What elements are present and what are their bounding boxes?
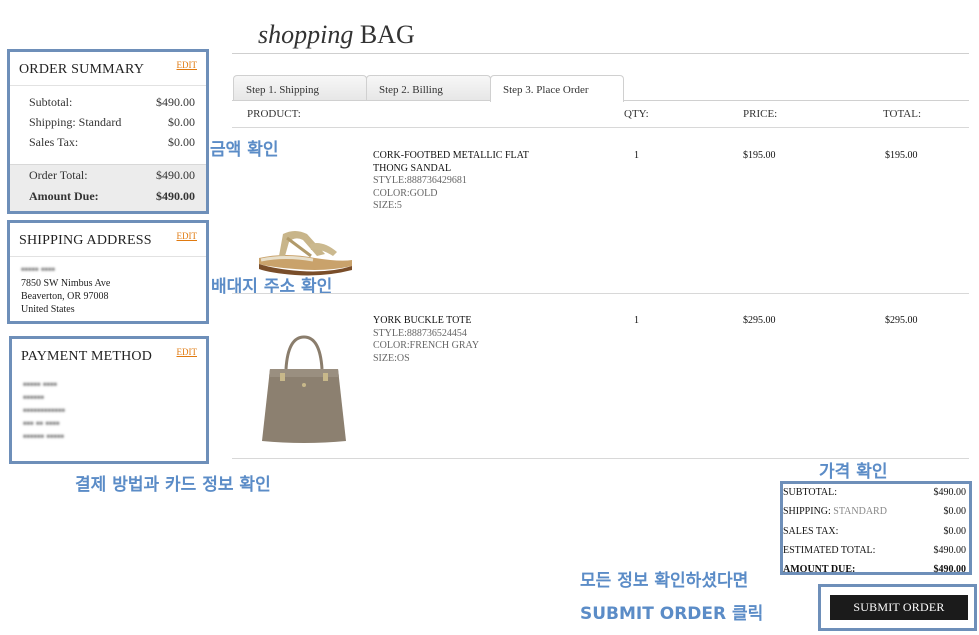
header-divider — [232, 127, 969, 128]
summary-row-amount-due: Amount Due: $490.00 — [29, 189, 195, 204]
order-summary-edit-link[interactable]: EDIT — [177, 60, 198, 70]
totals-row-tax: SALES TAX: $0.00 — [783, 526, 966, 537]
payment-line: •••••• ••••• — [23, 432, 65, 443]
item-size: SIZE:OS — [373, 352, 410, 364]
shipping-country: United States — [21, 304, 75, 315]
summary-row-order-total: Order Total: $490.00 — [29, 168, 195, 183]
order-total-label: Order Total: — [29, 168, 88, 182]
tab-shipping[interactable]: Step 1. Shipping — [233, 75, 367, 101]
column-header-product: PRODUCT: — [247, 108, 301, 120]
totals-value: $0.00 — [943, 506, 967, 517]
item-name-line: THONG SANDAL — [373, 162, 452, 174]
order-summary-panel: ORDER SUMMARY EDIT Subtotal: $490.00 Shi… — [7, 49, 209, 214]
item-color: COLOR:GOLD — [373, 187, 438, 199]
annotation-submit-line1: 모든 정보 확인하셨다면 — [580, 571, 749, 591]
column-header-qty: QTY: — [624, 108, 649, 120]
shipping-city: Beaverton, OR 97008 — [21, 291, 109, 302]
summary-label: Sales Tax: — [29, 135, 79, 149]
totals-row-subtotal: SUBTOTAL: $490.00 — [783, 487, 966, 498]
totals-label: SUBTOTAL: — [783, 487, 838, 498]
item-color: COLOR:FRENCH GRAY — [373, 340, 480, 351]
annotation-amount-check: 금액 확인 — [210, 140, 279, 160]
totals-label: ESTIMATED TOTAL: — [783, 545, 876, 556]
totals-value: $490.00 — [933, 564, 967, 575]
summary-row-tax: Sales Tax: $0.00 — [29, 135, 195, 150]
cart-item-sandal-details: CORK-FOOTBED METALLIC FLAT THONG SANDAL … — [373, 150, 529, 213]
shipping-method: STANDARD — [833, 506, 887, 517]
shipping-address-panel: SHIPPING ADDRESS EDIT ••••• •••• 7850 SW… — [7, 220, 209, 324]
annotation-payment-check: 결제 방법과 카드 정보 확인 — [75, 475, 271, 495]
summary-row-subtotal: Subtotal: $490.00 — [29, 95, 195, 110]
payment-method-header: PAYMENT METHOD EDIT — [12, 339, 206, 373]
item-name-line: YORK BUCKLE TOTE — [373, 315, 472, 326]
totals-label: AMOUNT DUE: — [783, 564, 856, 575]
summary-row-shipping: Shipping: Standard $0.00 — [29, 115, 195, 130]
item-total: $295.00 — [885, 315, 918, 326]
active-tab-gap — [491, 100, 623, 102]
totals-label: SALES TAX: — [783, 526, 839, 537]
payment-line: •••••• — [23, 393, 45, 404]
item-price: $295.00 — [743, 315, 776, 326]
summary-label: Shipping: Standard — [29, 115, 122, 129]
shipping-address-title: SHIPPING ADDRESS — [19, 233, 152, 248]
page-title-rest: BAG — [353, 20, 415, 49]
totals-label: SHIPPING: STANDARD — [783, 506, 887, 517]
column-header-price: PRICE: — [743, 108, 778, 120]
column-header-total: TOTAL: — [883, 108, 922, 120]
totals-value: $490.00 — [933, 487, 967, 498]
item-total: $195.00 — [885, 150, 918, 161]
item-style: STYLE:888736524454 — [373, 327, 467, 339]
payment-method-title: PAYMENT METHOD — [21, 349, 153, 364]
tote-product-image — [262, 335, 346, 443]
payment-line: ••••• •••• — [23, 380, 58, 391]
payment-line: •••••••••••• — [23, 406, 66, 417]
order-total-value: $490.00 — [156, 168, 195, 182]
totals-value: $0.00 — [943, 526, 967, 537]
amount-due-value: $490.00 — [156, 189, 195, 203]
totals-row-amount-due: AMOUNT DUE: $490.00 — [783, 564, 966, 575]
cart-item-tote-details: YORK BUCKLE TOTE STYLE:888736524454 COLO… — [373, 315, 479, 365]
payment-line: ••• •• •••• — [23, 419, 60, 430]
summary-value: $0.00 — [168, 115, 195, 129]
shipping-label: SHIPPING: — [783, 506, 831, 517]
totals-value: $490.00 — [933, 545, 967, 556]
submit-order-highlight: SUBMIT ORDER — [818, 584, 977, 631]
item-qty: 1 — [634, 315, 639, 326]
totals-row-estimated: ESTIMATED TOTAL: $490.00 — [783, 545, 966, 556]
summary-value: $490.00 — [156, 95, 195, 109]
summary-value: $0.00 — [168, 135, 195, 149]
order-summary-title: ORDER SUMMARY — [19, 62, 145, 77]
row-divider — [232, 293, 969, 294]
summary-label: Subtotal: — [29, 95, 73, 109]
shipping-name: ••••• •••• — [21, 265, 56, 276]
item-price: $195.00 — [743, 150, 776, 161]
item-size: SIZE:5 — [373, 200, 402, 211]
annotation-price-check: 가격 확인 — [819, 462, 888, 482]
sandal-product-image — [259, 231, 352, 276]
order-totals-box: SUBTOTAL: $490.00 SHIPPING: STANDARD $0.… — [780, 481, 972, 575]
payment-method-edit-link[interactable]: EDIT — [177, 347, 198, 357]
tab-place-order[interactable]: Step 3. Place Order — [490, 75, 624, 102]
item-qty: 1 — [634, 150, 639, 161]
amount-due-label: Amount Due: — [29, 189, 99, 203]
shipping-street: 7850 SW Nimbus Ave — [21, 278, 111, 289]
page-title: shopping BAG — [258, 20, 415, 50]
item-name-line: CORK-FOOTBED METALLIC FLAT — [373, 150, 529, 161]
title-divider — [232, 53, 969, 54]
totals-row-shipping: SHIPPING: STANDARD $0.00 — [783, 506, 966, 517]
shipping-address-edit-link[interactable]: EDIT — [177, 231, 198, 241]
submit-order-button[interactable]: SUBMIT ORDER — [830, 595, 968, 620]
payment-method-panel: PAYMENT METHOD EDIT ••••• •••• •••••• ••… — [9, 336, 209, 464]
order-summary-header: ORDER SUMMARY EDIT — [10, 52, 206, 86]
item-style: STYLE:888736429681 — [373, 175, 467, 186]
annotation-submit-line2: SUBMIT ORDER 클릭 — [580, 604, 764, 624]
shipping-address-header: SHIPPING ADDRESS EDIT — [10, 223, 206, 257]
page-title-italic: shopping — [258, 20, 354, 49]
tab-billing[interactable]: Step 2. Billing — [366, 75, 491, 101]
